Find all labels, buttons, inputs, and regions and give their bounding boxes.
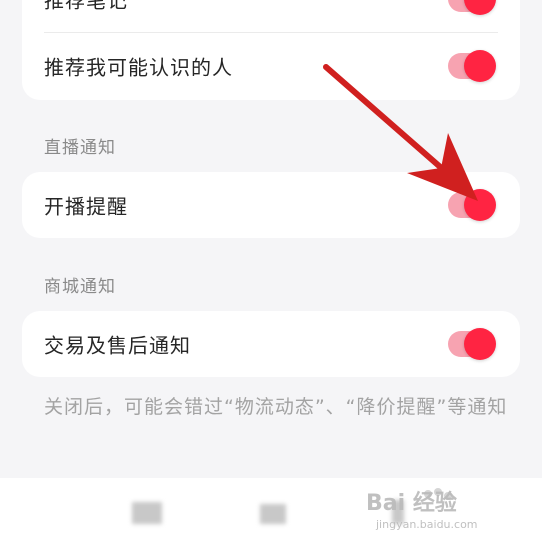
settings-row-trade-aftersales[interactable]: 交易及售后通知	[22, 311, 520, 377]
live-notification-card: 开播提醒	[22, 172, 520, 238]
watermark-subtext: jingyan.baidu.com	[375, 518, 478, 531]
toggle-knob	[464, 50, 496, 82]
mall-notification-note: 关闭后，可能会错过“物流动态”、“降价提醒”等通知	[44, 396, 508, 418]
watermark-logo: Bai 经验 jingyan.baidu.com	[366, 484, 516, 532]
settings-row-label: 开播提醒	[44, 194, 128, 219]
toggle-knob	[464, 189, 496, 221]
trade-aftersales-toggle[interactable]	[448, 328, 496, 360]
settings-row-recommend-notes[interactable]: 推荐笔记	[22, 0, 520, 32]
paw-icon: Bai 经验 jingyan.baidu.com	[366, 488, 478, 531]
toggle-knob	[464, 0, 496, 15]
settings-row-label: 推荐我可能认识的人	[44, 55, 233, 80]
mosaic-blur	[132, 502, 162, 524]
toggle-knob	[464, 328, 496, 360]
settings-row-live-reminder[interactable]: 开播提醒	[22, 172, 520, 238]
section-header-mall: 商城通知	[44, 277, 116, 297]
live-reminder-toggle[interactable]	[448, 189, 496, 221]
mall-notification-card: 交易及售后通知	[22, 311, 520, 377]
recommend-people-toggle[interactable]	[448, 50, 496, 82]
section-header-live: 直播通知	[44, 138, 116, 158]
mosaic-blur	[260, 504, 286, 524]
recommend-notes-toggle[interactable]	[448, 0, 496, 15]
watermark-text: Bai 经验	[366, 490, 457, 516]
settings-row-recommend-people[interactable]: 推荐我可能认识的人	[22, 33, 520, 99]
settings-row-label: 推荐笔记	[44, 0, 128, 13]
settings-row-label: 交易及售后通知	[44, 333, 191, 358]
recommendation-card: 推荐笔记 推荐我可能认识的人	[22, 0, 520, 100]
